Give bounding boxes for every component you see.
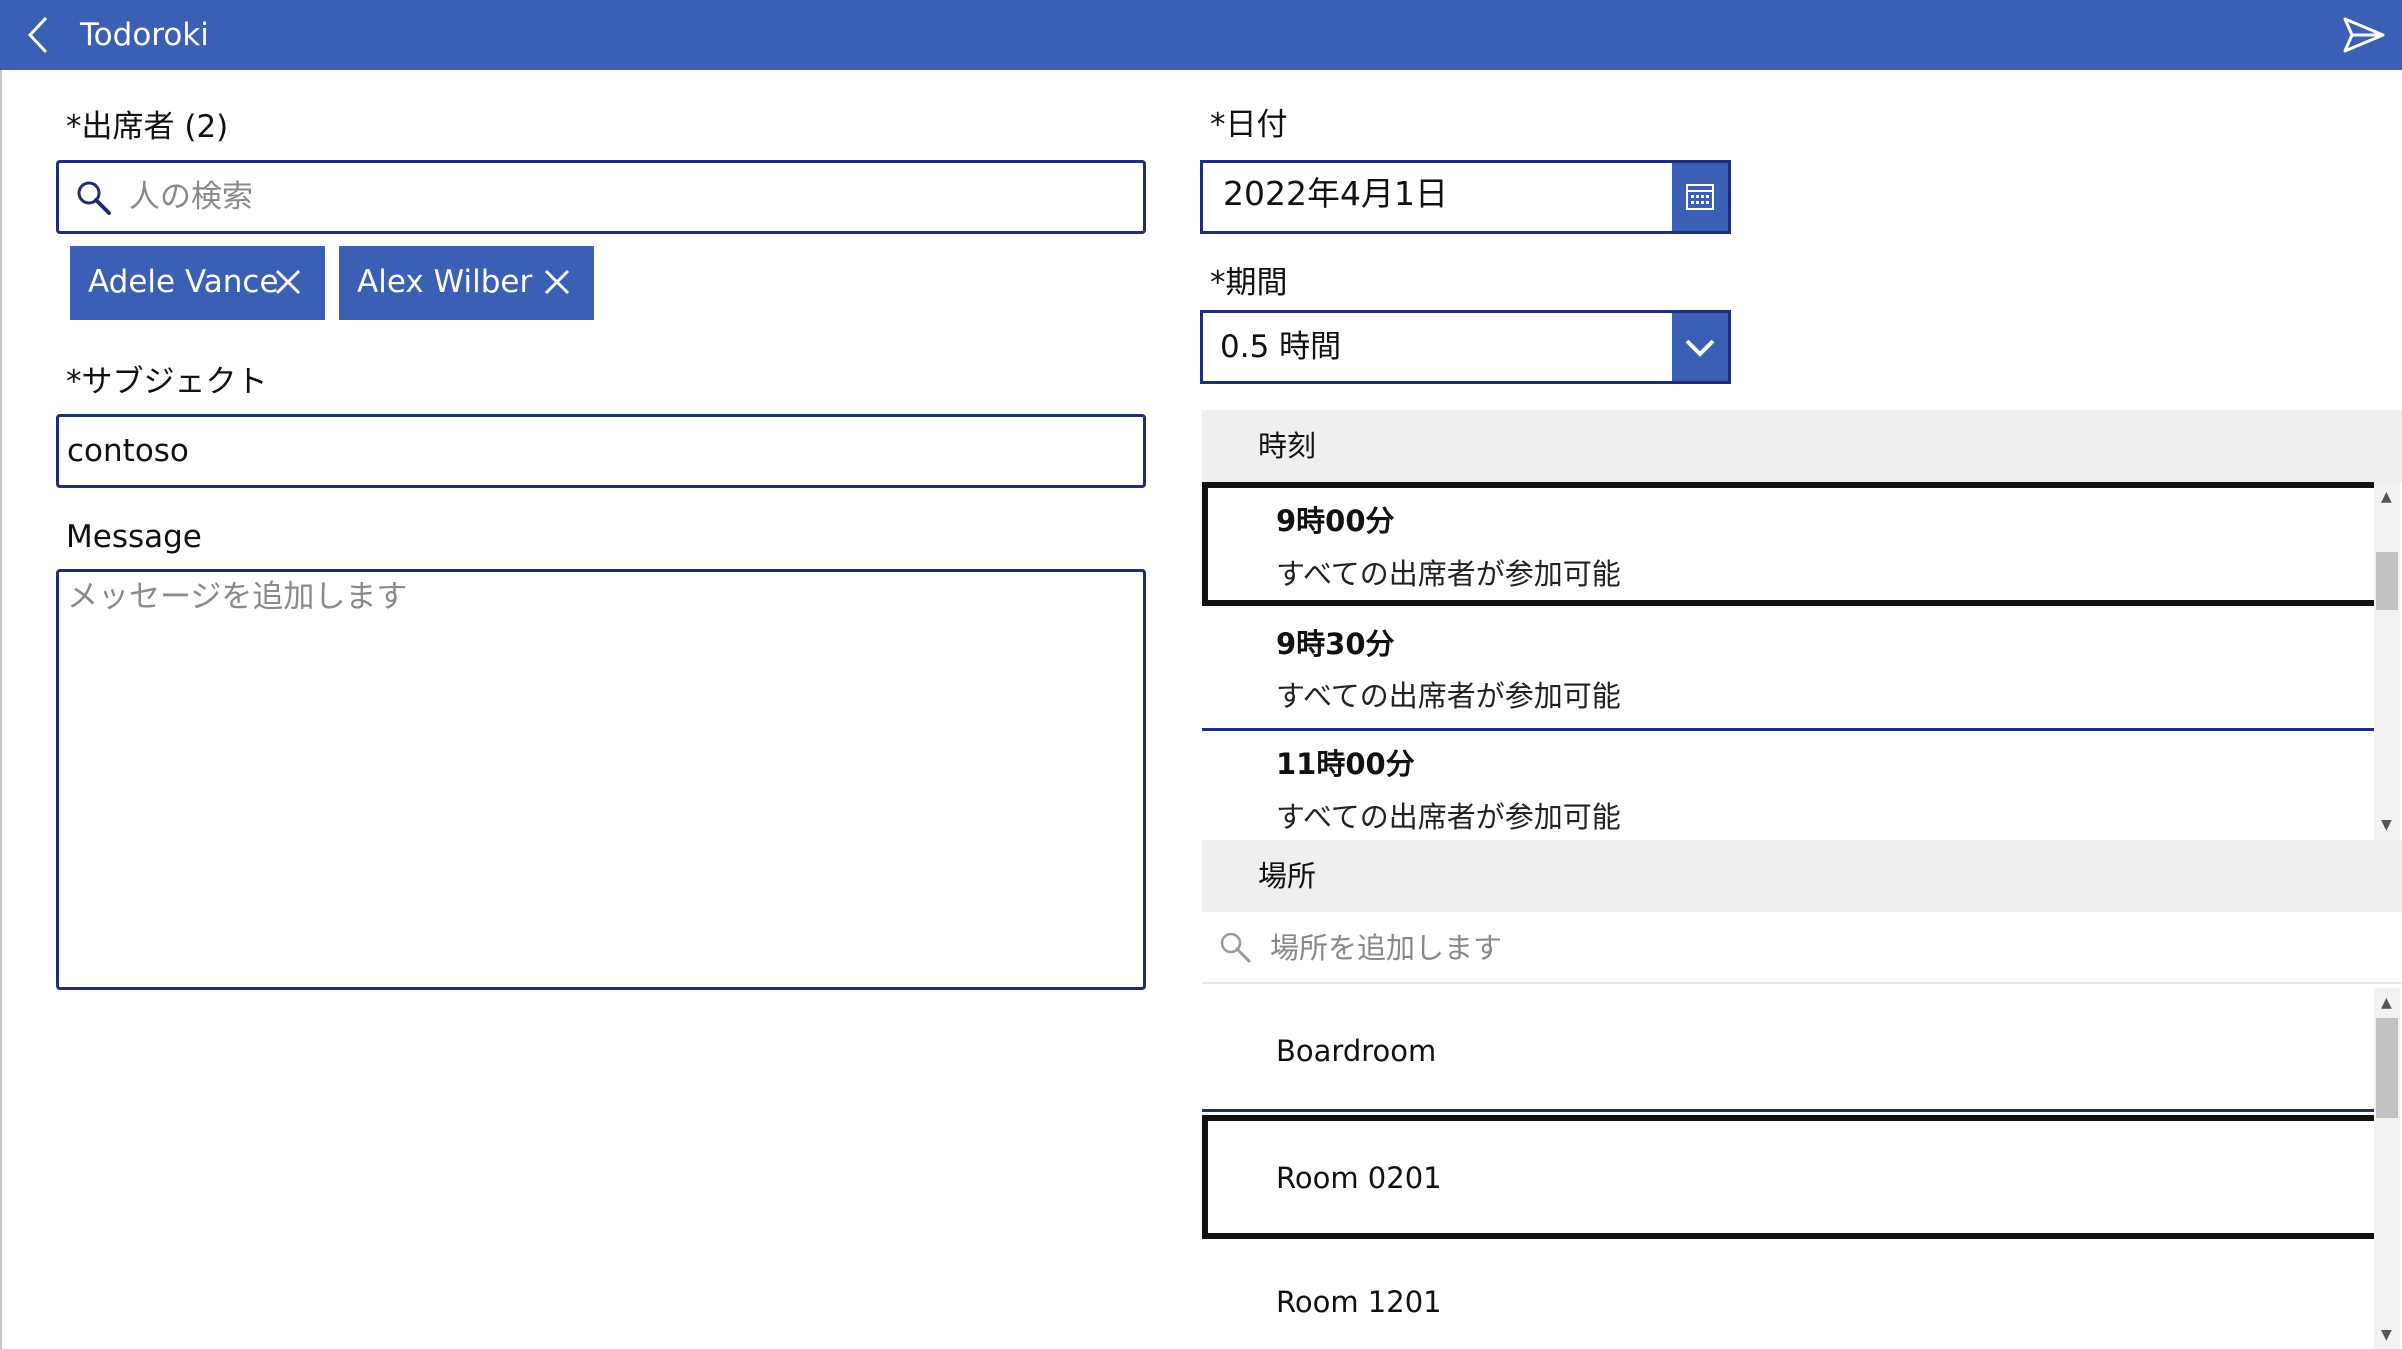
scroll-down-icon[interactable]: ▼ <box>2381 818 2392 832</box>
calendar-icon <box>1686 184 1714 210</box>
time-slot-status: すべての出席者が参加可能 <box>1276 557 1621 591</box>
time-list-scrollbar[interactable]: ▲ ▼ <box>2374 482 2400 840</box>
attendee-search-input[interactable]: 人の検索 <box>56 160 1146 234</box>
subject-input[interactable]: contoso <box>56 414 1146 488</box>
left-frame-edge <box>0 70 2 1349</box>
attendee-chip: Adele Vance <box>70 246 325 320</box>
search-icon <box>1220 932 1251 963</box>
time-slot-status: すべての出席者が参加可能 <box>1276 800 1621 834</box>
subject-label: *サブジェクト <box>66 364 268 400</box>
room-name: Boardroom <box>1276 1034 1437 1068</box>
remove-attendee-icon[interactable] <box>273 267 303 297</box>
location-search-input[interactable]: 場所を追加します <box>1202 912 2402 984</box>
message-label: Message <box>66 519 202 555</box>
scroll-down-icon[interactable]: ▼ <box>2381 1328 2392 1342</box>
calendar-button[interactable] <box>1672 163 1728 231</box>
room-list-scrollbar[interactable]: ▲ ▼ <box>2374 988 2400 1349</box>
room-name: Room 0201 <box>1276 1161 1442 1195</box>
room-name: Room 1201 <box>1276 1285 1442 1319</box>
duration-dropdown[interactable]: 0.5 時間 <box>1200 310 1731 384</box>
duration-value: 0.5 時間 <box>1220 329 1342 365</box>
search-icon <box>77 181 111 215</box>
date-picker[interactable]: 2022年4月1日 <box>1200 160 1731 234</box>
times-section-header: 時刻 <box>1202 410 2402 482</box>
attendee-search-placeholder: 人の検索 <box>129 179 253 215</box>
room-item[interactable]: Room 0201 <box>1202 1115 2374 1239</box>
location-header-label: 場所 <box>1258 859 1317 893</box>
room-item[interactable]: Room 1201 <box>1202 1239 2374 1349</box>
time-slot-time: 11時00分 <box>1276 747 1415 781</box>
app-title: Todoroki <box>80 17 209 53</box>
scroll-up-icon[interactable]: ▲ <box>2381 996 2392 1010</box>
message-textarea[interactable]: メッセージを追加します <box>56 569 1146 990</box>
attendees-label: *出席者 (2) <box>66 109 229 145</box>
date-label: *日付 <box>1210 107 1288 143</box>
times-header-label: 時刻 <box>1258 429 1317 463</box>
time-slot-item[interactable]: 11時00分 すべての出席者が参加可能 <box>1202 731 2374 840</box>
date-value: 2022年4月1日 <box>1223 174 1448 213</box>
location-search-placeholder: 場所を追加します <box>1270 931 1503 965</box>
time-slot-item[interactable]: 9時00分 すべての出席者が参加可能 <box>1202 482 2374 606</box>
time-slot-status: すべての出席者が参加可能 <box>1276 679 1621 713</box>
time-slot-item[interactable]: 9時30分 すべての出席者が参加可能 <box>1202 606 2374 731</box>
attendee-chip: Alex Wilber <box>339 246 594 320</box>
location-section-header: 場所 <box>1202 840 2402 912</box>
scrollbar-thumb[interactable] <box>2376 1018 2398 1118</box>
duration-label: *期間 <box>1210 265 1288 301</box>
remove-attendee-icon[interactable] <box>542 267 572 297</box>
send-icon[interactable] <box>2342 14 2386 56</box>
room-item[interactable]: Boardroom <box>1202 988 2374 1112</box>
time-slot-list: 9時00分 すべての出席者が参加可能 9時30分 すべての出席者が参加可能 11… <box>1202 482 2374 840</box>
scrollbar-thumb[interactable] <box>2376 552 2398 610</box>
time-slot-time: 9時30分 <box>1276 627 1395 661</box>
duration-dropdown-button[interactable] <box>1672 313 1728 381</box>
room-list: Boardroom Room 0201 Room 1201 <box>1202 988 2374 1349</box>
app-header: Todoroki <box>0 0 2402 70</box>
subject-value: contoso <box>67 433 189 469</box>
attendee-chip-name: Alex Wilber <box>357 264 533 300</box>
message-placeholder: メッセージを追加します <box>67 579 408 615</box>
chevron-down-icon <box>1685 339 1715 357</box>
time-slot-time: 9時00分 <box>1276 504 1395 538</box>
attendee-chip-name: Adele Vance <box>88 264 279 300</box>
chevron-left-icon[interactable] <box>20 14 60 56</box>
scroll-up-icon[interactable]: ▲ <box>2381 490 2392 504</box>
